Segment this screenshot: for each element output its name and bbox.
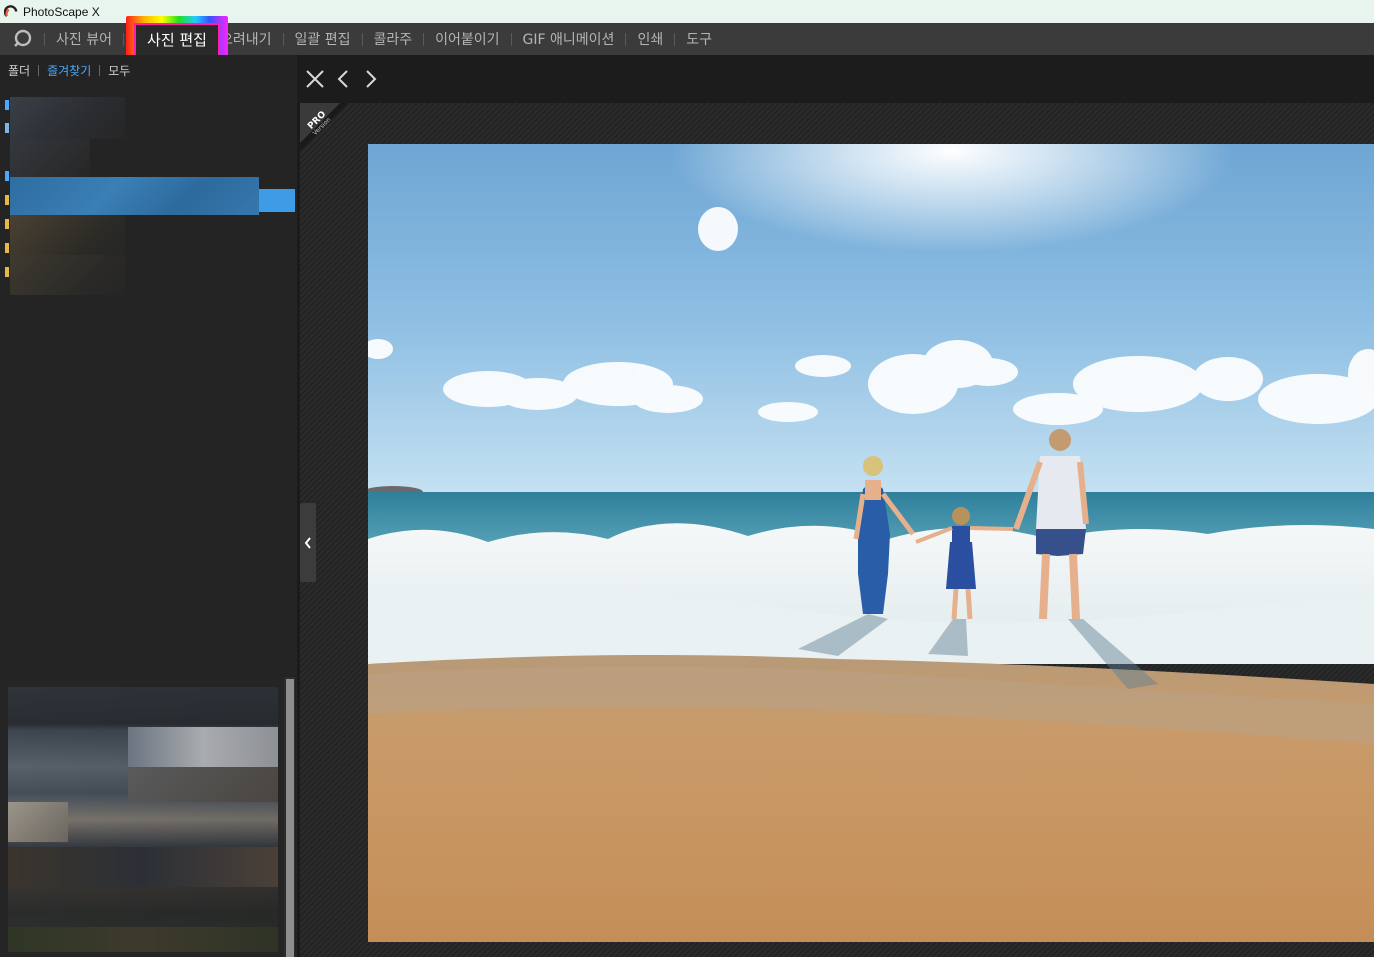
photo-image: [368, 144, 1374, 942]
next-button[interactable]: [357, 65, 385, 93]
previous-button[interactable]: [329, 65, 357, 93]
selected-folder-row[interactable]: [10, 177, 259, 215]
blurred-thumbnails: [8, 687, 278, 952]
menu-gif[interactable]: GIF 애니메이션: [512, 23, 626, 55]
active-menu-label: 사진 편집: [147, 31, 207, 49]
menu-collage-label: 콜라주: [373, 32, 413, 48]
folder-marker: [5, 123, 9, 133]
close-icon: [306, 70, 324, 88]
folder-icon: [5, 267, 9, 277]
browser-tabs: 폴더 즐겨찾기 모두: [0, 55, 297, 85]
window-title: PhotoScape X: [23, 4, 100, 19]
viewer-toolbar: [297, 55, 1374, 103]
menu-tools[interactable]: 도구: [675, 23, 723, 55]
pro-version-badge: PRO Version: [300, 103, 348, 151]
app-logo-icon: [4, 5, 18, 18]
folder-icon: [5, 219, 9, 229]
menu-batch-label: 일괄 편집: [294, 32, 351, 48]
tab-divider: [38, 64, 40, 76]
selected-folder-highlight: [259, 189, 295, 212]
thumbnail-grid[interactable]: [0, 677, 297, 957]
menu-combine[interactable]: 이어붙이기: [424, 23, 510, 55]
photoscape-home-icon: [14, 29, 32, 47]
folder-tree[interactable]: [0, 85, 297, 675]
collapse-panel-button[interactable]: [300, 503, 316, 582]
menu-print[interactable]: 인쇄: [626, 23, 674, 55]
tab-folders[interactable]: 폴더: [8, 62, 38, 79]
folder-icon: [5, 195, 9, 205]
chevron-right-icon: [366, 70, 377, 88]
thumbnail-scrollbar-thumb[interactable]: [286, 679, 294, 957]
close-button[interactable]: [301, 65, 329, 93]
tab-favorites[interactable]: 즐겨찾기: [47, 62, 99, 79]
menu-gif-label: GIF 애니메이션: [522, 32, 615, 48]
menu-print-label: 인쇄: [637, 32, 664, 48]
beach-family-photo: [368, 144, 1374, 942]
menu-tools-label: 도구: [686, 32, 712, 48]
menu-collage[interactable]: 콜라주: [363, 23, 424, 55]
home-button[interactable]: [0, 23, 44, 55]
chevron-left-icon: [304, 536, 311, 549]
menu-batch[interactable]: 일괄 편집: [284, 23, 362, 55]
folder-icon: [5, 243, 9, 253]
menu-combine-label: 이어붙이기: [435, 32, 500, 48]
chevron-left-icon: [337, 70, 348, 88]
tab-all[interactable]: 모두: [108, 62, 138, 79]
tab-divider: [99, 64, 101, 76]
folder-marker: [5, 171, 9, 181]
menu-photo-viewer-label: 사진 뷰어: [56, 32, 112, 48]
folder-marker: [5, 100, 9, 110]
menu-photo-viewer[interactable]: 사진 뷰어: [45, 23, 123, 55]
left-panel: 폴더 즐겨찾기 모두: [0, 55, 297, 957]
